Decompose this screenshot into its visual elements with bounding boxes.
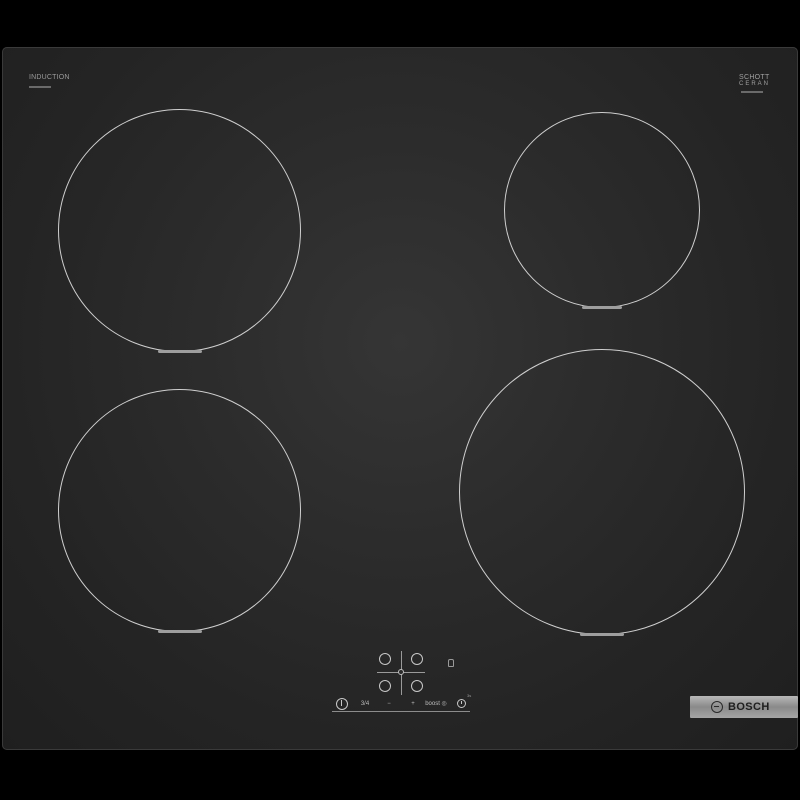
bosch-logo-armature bbox=[714, 706, 719, 707]
cooking-zone-front-right[interactable] bbox=[459, 349, 745, 636]
cooking-zone-front-left-top[interactable] bbox=[58, 109, 301, 353]
timer-button[interactable] bbox=[456, 698, 468, 710]
power-button[interactable] bbox=[336, 698, 348, 710]
schott-subtext-bar bbox=[741, 91, 763, 93]
zone-indicator-mark bbox=[157, 350, 202, 353]
zone-indicator-mark bbox=[580, 633, 624, 636]
select-zone-front-left-button[interactable] bbox=[379, 680, 391, 692]
selector-center-dot bbox=[398, 669, 404, 675]
induction-label: INDUCTION bbox=[29, 74, 70, 81]
boost-button[interactable]: boost ◎ bbox=[424, 698, 448, 710]
select-zone-rear-right-button[interactable] bbox=[411, 653, 423, 665]
level-button[interactable]: 3/4 bbox=[358, 698, 372, 710]
cooking-zone-rear-right[interactable] bbox=[504, 112, 700, 309]
schott-ceran-badge: SCHOTT CERAN bbox=[739, 74, 770, 93]
power-icon bbox=[336, 698, 348, 710]
timer-icon-hand bbox=[461, 701, 462, 704]
control-bar-line bbox=[332, 711, 470, 712]
power-icon-bar bbox=[341, 700, 342, 706]
select-zone-rear-left-button[interactable] bbox=[379, 653, 391, 665]
schott-label: SCHOTT bbox=[739, 74, 770, 81]
induction-badge: INDUCTION bbox=[29, 74, 70, 88]
ceran-label: CERAN bbox=[739, 81, 771, 87]
minus-button[interactable]: − bbox=[384, 698, 394, 710]
cooking-zone-front-left[interactable] bbox=[58, 389, 301, 633]
select-zone-front-right-button[interactable] bbox=[411, 680, 423, 692]
bosch-logo-icon bbox=[711, 701, 723, 713]
childlock-icon[interactable] bbox=[448, 659, 454, 667]
bosch-label: BOSCH bbox=[728, 701, 770, 713]
induction-cooktop: INDUCTION SCHOTT CERAN 3s 3/4 − + boost … bbox=[2, 47, 798, 750]
plus-button[interactable]: + bbox=[408, 698, 418, 710]
zone-selector-icon[interactable] bbox=[377, 651, 427, 695]
zone-indicator-mark bbox=[157, 630, 202, 633]
induction-subtext-bar bbox=[29, 86, 51, 88]
touch-control-bar: 3/4 − + boost ◎ bbox=[328, 698, 474, 712]
bosch-nameplate: BOSCH bbox=[690, 696, 798, 718]
zone-indicator-mark bbox=[582, 306, 622, 309]
